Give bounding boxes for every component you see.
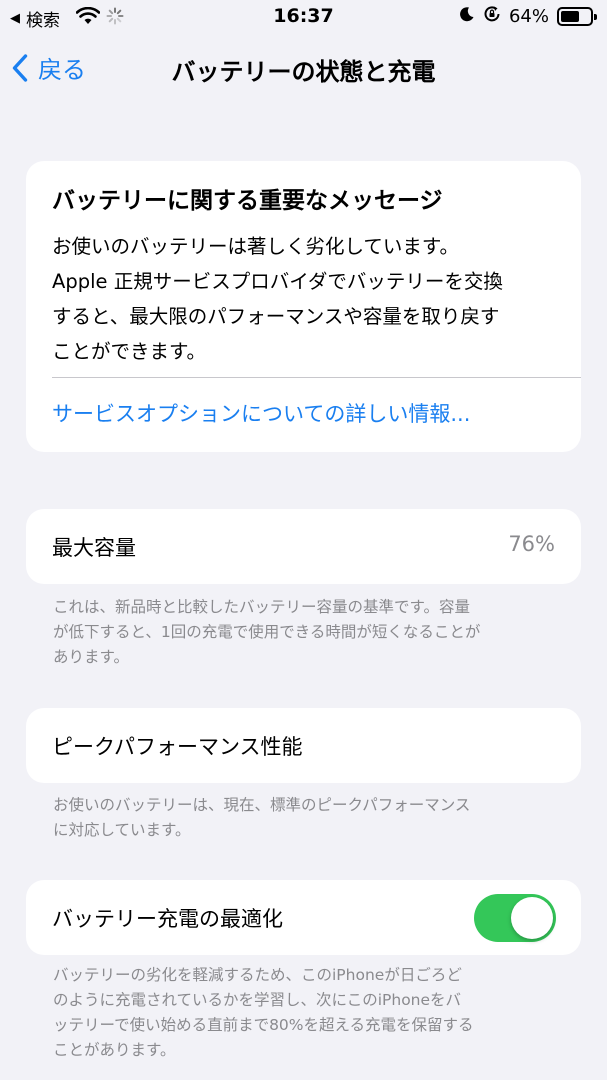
note-line: あります。 (53, 648, 129, 666)
message-line: ことができます。 (52, 340, 207, 363)
note-line: に対応しています。 (53, 821, 191, 839)
message-line: お使いのバッテリーは著しく劣化しています。 (52, 235, 459, 258)
note-line: が低下すると、1回の充電で使用できる時間が短くなることが (53, 623, 481, 641)
note-line: バッテリーの劣化を軽減するため、このiPhoneが日ごろど (53, 966, 462, 984)
message-line: Apple 正規サービスプロバイダでバッテリーを交換 (52, 270, 503, 293)
divider (52, 377, 581, 378)
moon-icon (459, 6, 475, 27)
note-line: お使いのバッテリーは、現在、標準のピークパフォーマンス (53, 796, 471, 814)
battery-fill (561, 11, 579, 22)
status-right-group: 64% (451, 5, 597, 28)
note-line: ッテリーで使い始める直前まで80%を超える充電を保留する (53, 1016, 474, 1034)
battery-percent: 64% (508, 6, 549, 27)
message-title: バッテリーに関する重要なメッセージ (52, 188, 443, 214)
peak-performance-row: ピークパフォーマンス性能 (26, 708, 581, 783)
page-title: バッテリーの状態と充電 (171, 58, 436, 86)
max-capacity-note: これは、新品時と比較したバッテリー容量の基準です。容量 が低下すると、1回の充電… (53, 595, 563, 670)
optimized-charging-label: バッテリー充電の最適化 (52, 907, 283, 931)
optimized-charging-toggle[interactable] (474, 894, 556, 942)
optimized-charging-row: バッテリー充電の最適化 (26, 880, 581, 955)
max-capacity-label: 最大容量 (52, 536, 136, 560)
optimized-charging-note: バッテリーの劣化を軽減するため、このiPhoneが日ごろど のように充電されてい… (53, 963, 563, 1063)
note-line: ことがあります。 (53, 1041, 176, 1059)
status-bar: ◀ 検索 16:37 64% (0, 0, 607, 34)
max-capacity-row: 最大容量 76% (26, 509, 581, 584)
orientation-lock-icon (483, 5, 501, 28)
message-line: すると、最大限のパフォーマンスや容量を取り戻す (52, 305, 500, 328)
max-capacity-value: 76% (508, 532, 555, 556)
peak-performance-label: ピークパフォーマンス性能 (52, 735, 303, 759)
toggle-knob (511, 897, 553, 939)
peak-performance-note: お使いのバッテリーは、現在、標準のピークパフォーマンス に対応しています。 (53, 793, 563, 843)
screen: ◀ 検索 16:37 64% 戻る バッテリーの状態と充電 バッテリーに関する重… (0, 0, 607, 1080)
service-options-link[interactable]: サービスオプションについての詳しい情報... (52, 398, 470, 428)
note-line: これは、新品時と比較したバッテリー容量の基準です。容量 (53, 598, 470, 616)
message-body: お使いのバッテリーは著しく劣化しています。 Apple 正規サービスプロバイダで… (52, 229, 552, 369)
note-line: のように充電されているかを学習し、次にこのiPhoneをバ (53, 991, 462, 1009)
battery-message-card: バッテリーに関する重要なメッセージ お使いのバッテリーは著しく劣化しています。 … (26, 161, 581, 452)
navigation-bar: 戻る バッテリーの状態と充電 (0, 40, 607, 96)
battery-icon (557, 7, 597, 26)
